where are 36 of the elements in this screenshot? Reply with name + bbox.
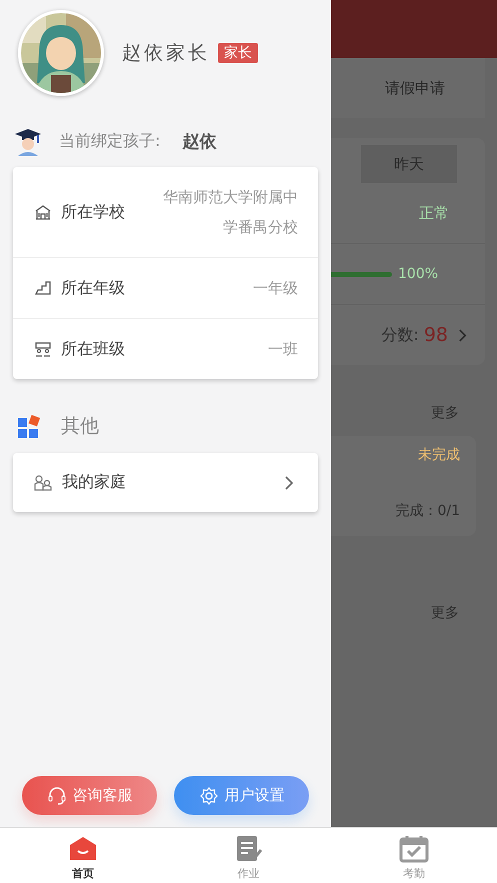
calendar-icon: [399, 834, 430, 864]
settings-button[interactable]: 用户设置: [174, 776, 309, 815]
chevron-right-icon: [458, 328, 467, 342]
info-label: 所在班级: [61, 338, 125, 360]
score-label: 分数:: [381, 324, 419, 346]
nav-tab[interactable]: 作业: [166, 828, 332, 883]
chevron-right-icon: [284, 474, 294, 490]
stairs-icon: [34, 279, 52, 297]
family-item[interactable]: 我的家庭: [13, 453, 318, 512]
headset-icon: [46, 786, 66, 806]
support-button[interactable]: 咨询客服: [22, 776, 157, 815]
role-badge: 家长: [218, 43, 258, 63]
child-name: 赵依: [182, 130, 216, 152]
info-label: 所在年级: [61, 278, 125, 298]
more-link[interactable]: 更多: [431, 604, 459, 622]
child-label: 当前绑定孩子:: [59, 130, 160, 152]
section-title: 其他: [61, 414, 99, 439]
apps-icon: [17, 413, 43, 439]
nav-tab[interactable]: 考勤: [331, 828, 497, 883]
info-value: 一年级: [253, 278, 298, 298]
task-status: 未完成: [418, 446, 460, 464]
score-value: 98: [424, 324, 448, 346]
more-link[interactable]: 更多: [431, 404, 459, 422]
building-icon: [34, 203, 52, 221]
settings-icon: [198, 786, 218, 806]
nav-tab[interactable]: 首页: [0, 828, 166, 883]
user-name: 赵依家长: [122, 41, 210, 66]
info-value: 一班: [268, 340, 298, 358]
status-text: 正常: [419, 204, 449, 222]
tab[interactable]: 请假申请: [385, 78, 445, 98]
classroom-icon: [34, 340, 52, 358]
info-value: 华南师范大学附属中学番禺分校: [162, 187, 298, 238]
graduate-icon: [13, 126, 43, 156]
family-icon: [33, 472, 53, 492]
progress-reading: 100%: [398, 266, 438, 282]
info-label: 所在学校: [61, 202, 125, 222]
